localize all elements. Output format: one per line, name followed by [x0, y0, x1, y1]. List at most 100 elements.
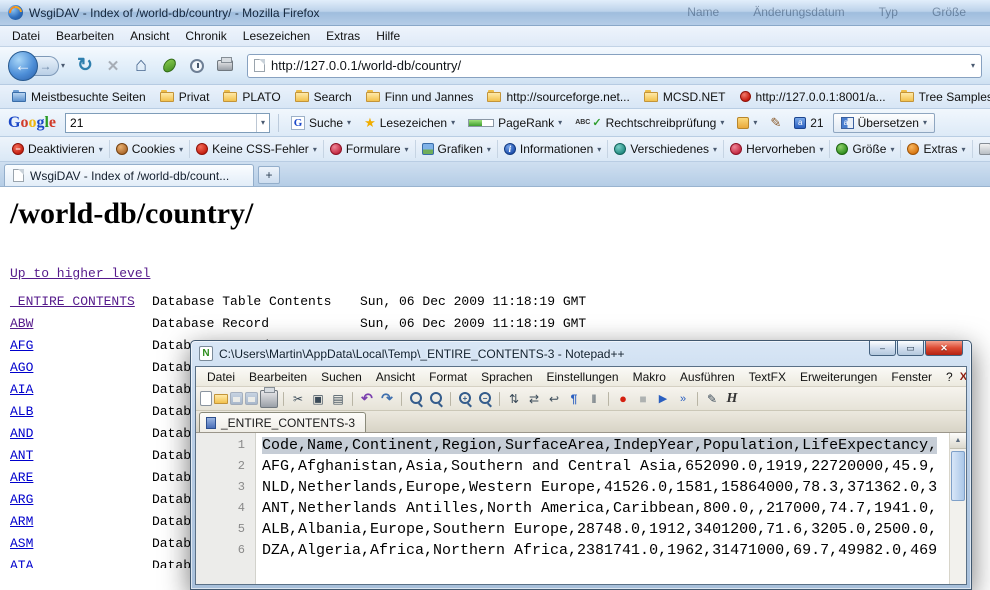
notepadpp-titlebar[interactable]: N C:\Users\Martin\AppData\Local\Temp\_EN… [195, 341, 967, 366]
save-all-icon[interactable] [245, 392, 258, 405]
toolbar-separator[interactable] [352, 392, 353, 406]
menu-item[interactable]: Datei [4, 27, 48, 45]
spellcheck-button[interactable]: ABC ✓ Rechtschreibprüfung ▾ [571, 114, 728, 132]
history-clock-button[interactable] [185, 54, 209, 78]
redo-icon[interactable]: ↷ [378, 390, 396, 408]
bookmark-item[interactable]: PLATO [217, 88, 286, 106]
print-icon[interactable] [260, 390, 278, 408]
paste-icon[interactable]: ▤ [329, 390, 347, 408]
google-search-dropdown-icon[interactable]: ▾ [256, 114, 269, 132]
history-dropdown-icon[interactable]: ▾ [61, 61, 65, 70]
bookmark-item[interactable]: Tree Samples [894, 88, 990, 106]
notepadpp-menu-item[interactable]: Ansicht [369, 368, 422, 386]
bookmark-item[interactable]: Finn und Jannes [360, 88, 480, 106]
menu-item[interactable]: Hilfe [368, 27, 408, 45]
notepadpp-menu-item[interactable]: Ausführen [673, 368, 742, 386]
play-macro-icon[interactable]: ▶ [654, 390, 672, 408]
bookmark-item[interactable]: http://sourceforge.net... [481, 88, 635, 106]
greasemonkey-button[interactable] [157, 54, 181, 78]
text-editor[interactable]: Code,Name,Continent,Region,SurfaceArea,I… [256, 433, 949, 584]
scroll-up-button[interactable]: ▲ [950, 433, 966, 449]
listing-entry-link[interactable]: ALB [10, 401, 152, 423]
new-tab-button[interactable]: + [258, 166, 280, 184]
menu-item[interactable]: Extras [318, 27, 368, 45]
webdev-menu-item[interactable]: Quelltext ▾ [973, 140, 990, 158]
webdev-menu-item[interactable]: − Deaktivieren ▾ [6, 140, 110, 158]
toolbar-separator[interactable] [697, 392, 698, 406]
webdev-menu-item[interactable]: Größe ▾ [830, 140, 901, 158]
google-search-button[interactable]: G Suche ▾ [287, 114, 355, 132]
webdev-menu-item[interactable]: i Informationen ▾ [498, 140, 608, 158]
zoom-in-icon[interactable]: + [456, 390, 474, 408]
listing-entry-link[interactable]: AFG [10, 335, 152, 357]
webdev-menu-item[interactable]: Verschiedenes ▾ [608, 140, 724, 158]
webdev-menu-item[interactable]: Grafiken ▾ [416, 140, 498, 158]
firefox-titlebar[interactable]: WsgiDAV - Index of /world-db/country/ - … [0, 0, 990, 26]
document-tab[interactable]: _ENTIRE_CONTENTS-3 [199, 412, 366, 432]
menu-item[interactable]: Lesezeichen [235, 27, 318, 45]
html-viewer-icon[interactable]: H [723, 390, 741, 408]
copy-icon[interactable]: ▣ [309, 390, 327, 408]
notepadpp-menu-item[interactable]: Suchen [314, 368, 369, 386]
menu-item[interactable]: Ansicht [122, 27, 177, 45]
notepadpp-menu-item[interactable]: Einstellungen [540, 368, 626, 386]
webdev-menu-item[interactable]: Hervorheben ▾ [724, 140, 830, 158]
run-macro-multiple-icon[interactable]: » [674, 390, 692, 408]
listing-entry-link[interactable]: AND [10, 423, 152, 445]
word-wrap-icon[interactable]: ↩ [545, 390, 563, 408]
back-button[interactable]: ← [8, 51, 38, 81]
notepadpp-menu-item[interactable]: Erweiterungen [793, 368, 884, 386]
listing-entry-link[interactable]: ATA [10, 555, 152, 568]
listing-entry-link[interactable]: AIA [10, 379, 152, 401]
cut-icon[interactable]: ✂ [289, 390, 307, 408]
notepadpp-menu-item[interactable]: Makro [626, 368, 673, 386]
new-file-icon[interactable] [200, 391, 212, 406]
pagerank-indicator[interactable]: PageRank ▾ [464, 114, 566, 132]
notepadpp-menu-item[interactable]: Format [422, 368, 474, 386]
up-to-higher-level-link[interactable]: Up to higher level [10, 266, 150, 281]
bookmark-item[interactable]: Search [289, 88, 358, 106]
listing-entry-link[interactable]: ASM [10, 533, 152, 555]
sync-vertical-icon[interactable]: ⇅ [505, 390, 523, 408]
zoom-out-icon[interactable]: − [476, 390, 494, 408]
listing-entry-link[interactable]: AGO [10, 357, 152, 379]
print-button[interactable] [213, 54, 237, 78]
record-macro-icon[interactable]: ● [614, 390, 632, 408]
url-input[interactable] [271, 58, 965, 73]
listing-entry-link[interactable]: ABW [10, 313, 152, 335]
toolbar-separator[interactable] [401, 392, 402, 406]
show-symbols-icon[interactable]: ¶ [565, 390, 583, 408]
home-button[interactable]: ⌂ [129, 54, 153, 78]
translate-button[interactable]: a Übersetzen ▾ [833, 113, 935, 133]
notepadpp-menu-item[interactable]: Fenster [884, 368, 939, 386]
find-icon[interactable] [407, 390, 425, 408]
listing-entry-link[interactable]: ARE [10, 467, 152, 489]
send-to-button[interactable]: ▾ [733, 115, 761, 131]
undo-icon[interactable]: ↶ [358, 390, 376, 408]
notepadpp-menu-item[interactable]: Datei [200, 368, 242, 386]
indent-guide-icon[interactable]: ‖ [585, 390, 603, 408]
bookmark-item[interactable]: http://127.0.0.1:8001/a... [734, 88, 892, 106]
bookmark-item[interactable]: MCSD.NET [638, 88, 732, 106]
google-search-input[interactable] [66, 116, 256, 130]
bookmark-item[interactable]: Privat [154, 88, 216, 106]
close-button[interactable]: ✕ [925, 341, 963, 356]
edit-doc-icon[interactable]: ✎ [703, 390, 721, 408]
reload-button[interactable]: ↻ [73, 54, 97, 78]
maximize-button[interactable]: ▭ [897, 341, 924, 356]
notepadpp-menu-item[interactable]: Sprachen [474, 368, 539, 386]
menu-item[interactable]: Chronik [177, 27, 234, 45]
stop-button[interactable]: ✕ [101, 54, 125, 78]
toolbar-separator[interactable] [283, 392, 284, 406]
scrollbar-thumb[interactable] [951, 451, 965, 501]
toolbar-separator[interactable] [608, 392, 609, 406]
notepadpp-menu-item[interactable]: TextFX [742, 368, 793, 386]
webdev-menu-item[interactable]: Extras ▾ [901, 140, 972, 158]
notepadpp-menu-item[interactable]: Bearbeiten [242, 368, 314, 386]
stop-record-icon[interactable]: ■ [634, 390, 652, 408]
open-file-icon[interactable] [214, 394, 228, 404]
webdev-menu-item[interactable]: Keine CSS-Fehler ▾ [190, 140, 324, 158]
minimize-button[interactable]: – [869, 341, 896, 356]
tab-wsgidav-index[interactable]: WsgiDAV - Index of /world-db/count... [4, 164, 254, 186]
webdev-menu-item[interactable]: Formulare ▾ [324, 140, 416, 158]
